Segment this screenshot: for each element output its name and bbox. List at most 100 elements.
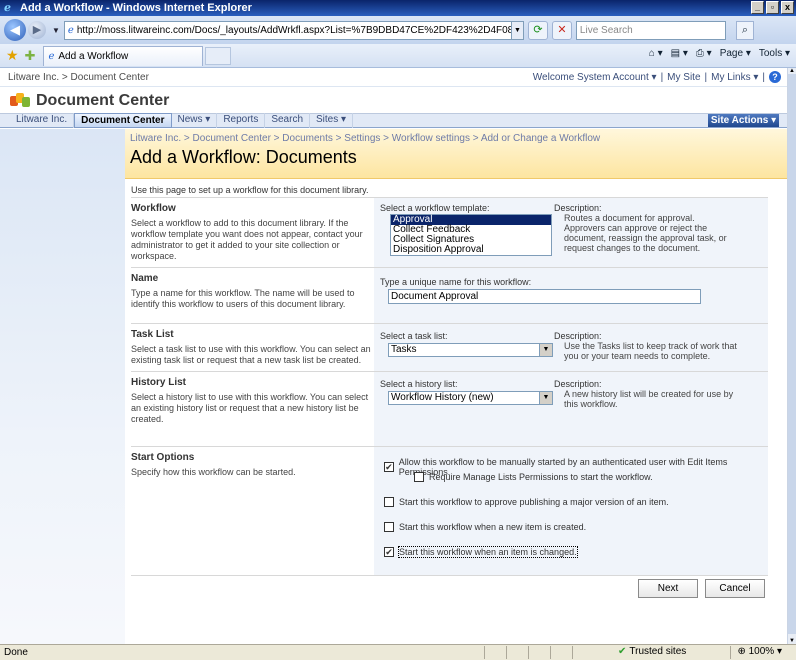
manage-permissions-option[interactable]: Require Manage Lists Permissions to star… <box>414 472 653 482</box>
back-button[interactable]: ◀ <box>4 19 26 41</box>
site-actions-button[interactable]: Site Actions ▾ <box>708 114 779 127</box>
vertical-scrollbar[interactable]: ▲ ▼ <box>787 68 796 644</box>
workflow-name-input[interactable]: Document Approval <box>388 289 701 304</box>
nav-news[interactable]: News ▾ <box>172 113 218 128</box>
separator: | <box>704 71 708 83</box>
url-field[interactable]: ℯ http://moss.litwareinc.com/Docs/_layou… <box>63 20 512 40</box>
separator: | <box>660 71 664 83</box>
zoom-icon: ⊕ <box>737 646 746 657</box>
page-viewport: Litware Inc. > Document Center Welcome S… <box>0 68 787 644</box>
welcome-menu[interactable]: Welcome System Account ▾ <box>533 72 657 83</box>
help-icon[interactable]: ? <box>769 71 781 83</box>
publish-start-option[interactable]: Start this workflow to approve publishin… <box>384 497 669 507</box>
history-list-value: Workflow History (new) <box>391 392 494 403</box>
task-list-select[interactable]: Tasks ▼ <box>388 343 553 357</box>
ie-icon: ℯ <box>4 2 11 14</box>
history-dropdown-icon[interactable]: ▼ <box>52 26 60 35</box>
breadcrumb[interactable]: Litware Inc. > Document Center > Documen… <box>130 133 600 144</box>
nav-search[interactable]: Search <box>265 113 311 128</box>
command-bar: ⌂ ▾ ▤ ▾ ⎙ ▾ Page ▾ Tools ▾ <box>649 48 790 59</box>
workflow-template-list[interactable]: Approval Collect Feedback Collect Signat… <box>390 214 552 256</box>
chevron-down-icon[interactable]: ▼ <box>539 344 552 356</box>
template-option-disposition[interactable]: Disposition Approval <box>391 245 551 255</box>
stop-icon[interactable]: ✕ <box>551 20 572 40</box>
nav-sites[interactable]: Sites ▾ <box>310 113 354 128</box>
next-button[interactable]: Next <box>638 579 698 598</box>
scroll-thumb[interactable] <box>788 74 796 634</box>
publish-start-checkbox[interactable] <box>384 497 394 507</box>
zoom-level: 100% <box>748 646 775 657</box>
left-nav-band <box>0 129 125 644</box>
tab-page-icon: ℯ <box>48 50 55 62</box>
window-title-bar: ℯ Add a Workflow - Windows Internet Expl… <box>0 0 796 16</box>
security-zone[interactable]: ✔ Trusted sites <box>618 646 686 657</box>
browser-tab[interactable]: ℯ Add a Workflow <box>43 45 204 66</box>
name-label: Type a unique name for this workflow: <box>380 277 532 287</box>
task-list-desc: Select a task list to use with this work… <box>131 344 371 365</box>
status-cell <box>550 646 572 659</box>
site-title-text[interactable]: Document Center <box>36 92 169 110</box>
tools-menu[interactable]: Tools ▾ <box>759 48 790 59</box>
home-icon[interactable]: ⌂ ▾ <box>649 48 663 59</box>
history-list-select[interactable]: Workflow History (new) ▼ <box>388 391 553 405</box>
print-icon[interactable]: ⎙ ▾ <box>696 48 712 59</box>
page-title: Add a Workflow: Documents <box>130 147 357 167</box>
tab-title: Add a Workflow <box>58 50 129 62</box>
new-item-start-option[interactable]: Start this workflow when a new item is c… <box>384 522 586 532</box>
changed-item-start-checkbox[interactable]: ✔ <box>384 547 394 557</box>
address-bar: ◀ ▶ ▼ ℯ http://moss.litwareinc.com/Docs/… <box>0 16 796 44</box>
workflow-heading: Workflow <box>131 203 176 214</box>
add-favorites-icon[interactable]: ✚ <box>25 48 36 64</box>
publish-start-label: Start this workflow to approve publishin… <box>399 497 669 507</box>
changed-item-start-label: Start this workflow when an item is chan… <box>398 546 578 558</box>
status-cell <box>572 646 594 659</box>
search-icon[interactable]: ⌕ <box>735 20 754 40</box>
forward-button[interactable]: ▶ <box>28 21 46 39</box>
history-list-desc-label: Description: <box>554 379 602 389</box>
new-item-start-checkbox[interactable] <box>384 522 394 532</box>
page-icon: ℯ <box>67 24 74 36</box>
favorites-star-icon[interactable]: ★ <box>6 47 19 64</box>
top-navigation: Litware Inc. Document Center News ▾ Repo… <box>0 113 787 128</box>
my-links-menu[interactable]: My Links ▾ <box>711 72 758 83</box>
nav-reports[interactable]: Reports <box>217 113 266 128</box>
url-dropdown-icon[interactable]: ▼ <box>511 20 524 40</box>
nav-litware[interactable]: Litware Inc. <box>10 113 75 128</box>
page-header: Litware Inc. > Document Center > Documen… <box>125 129 787 179</box>
divider <box>131 575 768 576</box>
maximize-button[interactable]: ▫ <box>766 1 779 14</box>
sharepoint-top-bar: Litware Inc. > Document Center Welcome S… <box>0 68 787 87</box>
top-breadcrumb[interactable]: Litware Inc. > Document Center <box>8 72 149 83</box>
start-options-desc: Specify how this workflow can be started… <box>131 467 296 477</box>
template-desc: Routes a document for approval. Approver… <box>564 213 727 253</box>
page-menu[interactable]: Page ▾ <box>720 48 751 59</box>
chevron-down-icon[interactable]: ▼ <box>539 392 552 404</box>
zoom-control[interactable]: ⊕ 100% ▾ <box>737 646 782 657</box>
start-options-heading: Start Options <box>131 452 195 463</box>
sharepoint-logo-icon <box>10 93 30 109</box>
feeds-icon[interactable]: ▤ ▾ <box>671 48 688 59</box>
manual-start-checkbox[interactable]: ✔ <box>384 462 394 472</box>
history-list-heading: History List <box>131 377 187 388</box>
cancel-button[interactable]: Cancel <box>705 579 765 598</box>
history-list-label: Select a history list: <box>380 379 458 389</box>
refresh-icon[interactable]: ⟳ <box>527 20 548 40</box>
task-list-label: Select a task list: <box>380 331 448 341</box>
zone-label: Trusted sites <box>629 646 687 657</box>
search-input[interactable]: Live Search <box>575 20 726 40</box>
history-list-help: A new history list will be created for u… <box>564 389 734 409</box>
minimize-button[interactable]: _ <box>751 1 764 14</box>
nav-document-center[interactable]: Document Center <box>74 113 172 128</box>
chevron-down-icon: ▾ <box>776 646 782 657</box>
my-site-link[interactable]: My Site <box>667 72 700 83</box>
status-cell <box>528 646 550 659</box>
start-options-section: Start Options Specify how this workflow … <box>131 447 768 575</box>
close-button[interactable]: x <box>781 1 794 14</box>
template-desc-label: Description: <box>554 203 602 213</box>
history-list-section: History List Select a history list to us… <box>131 372 768 446</box>
changed-item-start-option[interactable]: ✔ Start this workflow when an item is ch… <box>384 546 578 558</box>
status-text: Done <box>4 647 28 658</box>
new-tab-button[interactable] <box>205 46 232 65</box>
name-desc: Type a name for this workflow. The name … <box>131 288 355 309</box>
manage-permissions-checkbox[interactable] <box>414 472 424 482</box>
